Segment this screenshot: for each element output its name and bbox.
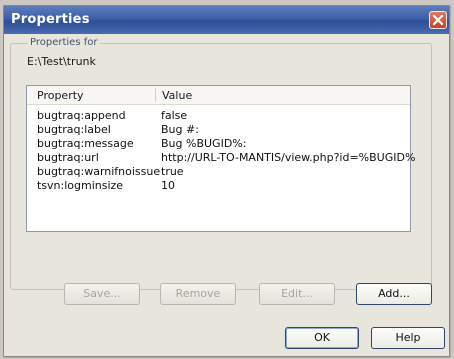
property-value: Bug #:	[161, 123, 199, 136]
help-button[interactable]: Help	[371, 327, 445, 349]
list-item[interactable]: bugtraq:warnifnoissue true	[27, 165, 410, 179]
column-divider[interactable]	[155, 88, 156, 102]
property-name: tsvn:logminsize	[37, 179, 124, 192]
property-name: bugtraq:label	[37, 123, 111, 136]
property-name: bugtraq:warnifnoissue	[37, 165, 161, 178]
remove-button[interactable]: Remove	[160, 283, 236, 305]
property-value: Bug %BUGID%:	[161, 137, 247, 150]
list-item[interactable]: bugtraq:append false	[27, 109, 410, 123]
column-property[interactable]: Property	[37, 89, 84, 102]
property-value: false	[161, 109, 188, 122]
list-item[interactable]: bugtraq:url http://URL-TO-MANTIS/view.ph…	[27, 151, 415, 165]
edit-button[interactable]: Edit...	[259, 283, 335, 305]
list-header: Property Value	[27, 86, 410, 105]
property-value: http://URL-TO-MANTIS/view.php?id=%BUGID%	[161, 151, 416, 164]
close-icon	[432, 14, 444, 26]
ok-button[interactable]: OK	[285, 327, 359, 349]
target-path: E:\Test\trunk	[27, 55, 96, 68]
list-item[interactable]: tsvn:logminsize 10	[27, 179, 410, 193]
close-button[interactable]	[429, 11, 447, 29]
property-name: bugtraq:append	[37, 109, 126, 122]
property-name: bugtraq:message	[37, 137, 134, 150]
save-button[interactable]: Save...	[64, 283, 140, 305]
list-item[interactable]: bugtraq:label Bug #:	[27, 123, 410, 137]
column-value[interactable]: Value	[162, 89, 192, 102]
add-button[interactable]: Add...	[356, 283, 432, 305]
list-item[interactable]: bugtraq:message Bug %BUGID%:	[27, 137, 410, 151]
property-name: bugtraq:url	[37, 151, 99, 164]
property-value: true	[161, 165, 184, 178]
dialog-title: Properties	[11, 12, 90, 27]
properties-list[interactable]: Property Value bugtraq:append false bugt…	[26, 85, 415, 232]
title-bar: Properties	[4, 6, 449, 34]
property-value: 10	[161, 179, 175, 192]
group-label: Properties for	[27, 37, 101, 48]
